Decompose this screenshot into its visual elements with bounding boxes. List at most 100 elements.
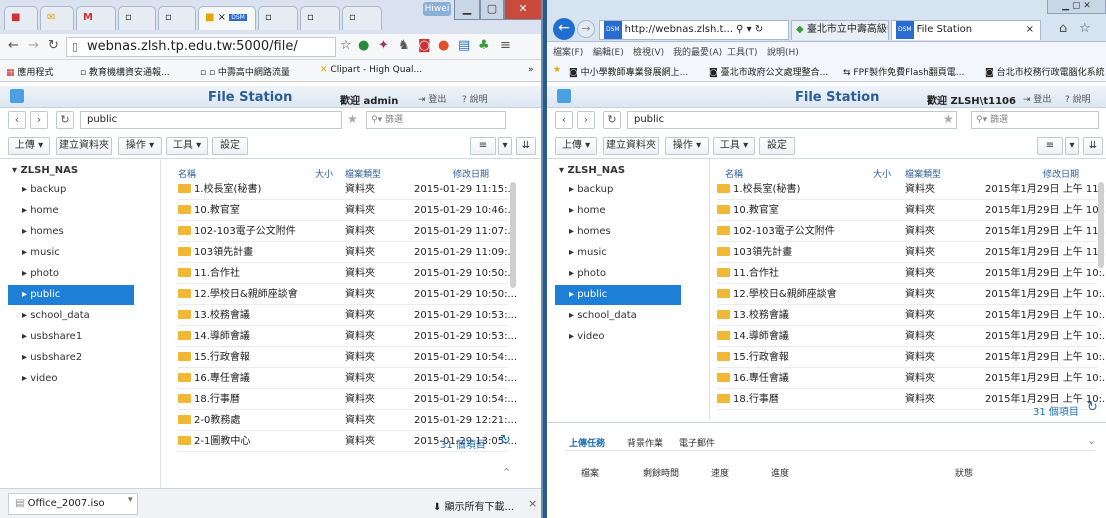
- table-row[interactable]: 13.校務會議 資料夾 2015-01-29 10:53:...: [178, 306, 517, 326]
- table-row[interactable]: 103領先計畫 資料夾 2015-01-29 11:09:...: [178, 243, 517, 263]
- tree-item-music[interactable]: ▸ music: [8, 243, 134, 263]
- table-row[interactable]: 10.教官室 資料夾 2015-01-29 10:46:...: [178, 201, 517, 221]
- extension-icon[interactable]: ♣: [478, 39, 490, 53]
- col-type-header[interactable]: 檔案類型: [345, 167, 381, 180]
- table-row[interactable]: 103領先計畫 資料夾 2015年1月29日 上午 11:...: [717, 243, 1106, 263]
- col-name-header[interactable]: 名稱: [725, 167, 743, 180]
- bookmark-item[interactable]: ▫ ▫ 中壽高中網路流量: [200, 65, 290, 78]
- tree-item-photo[interactable]: ▸ photo: [555, 264, 681, 284]
- chevron-down-icon[interactable]: ⌄: [1087, 434, 1096, 448]
- tab-upload-tasks[interactable]: 上傳任務: [569, 436, 605, 449]
- view-dropdown-icon[interactable]: ▾: [1065, 137, 1079, 155]
- menu-help[interactable]: 說明(H): [767, 45, 799, 58]
- browser-tab-gmail[interactable]: M: [76, 6, 116, 30]
- forward-arrow-icon[interactable]: →: [28, 39, 39, 53]
- favorites-star-icon[interactable]: ☆: [1079, 22, 1091, 36]
- reload-icon[interactable]: ↻: [48, 39, 59, 53]
- menu-edit[interactable]: 編輯(E): [593, 45, 624, 58]
- back-arrow-icon[interactable]: ←: [553, 18, 575, 40]
- table-row[interactable]: 10.教官室 資料夾 2015年1月29日 上午 10:...: [717, 201, 1106, 221]
- bookmark-item[interactable]: ▦ 應用程式: [6, 65, 53, 78]
- refresh-button[interactable]: ↻: [56, 111, 74, 129]
- refresh-icon[interactable]: ↻: [500, 434, 511, 448]
- tree-item-homes[interactable]: ▸ homes: [555, 222, 681, 242]
- pocket-icon[interactable]: ◙: [418, 39, 431, 53]
- bookmark-item[interactable]: ✕ Clipart - High Qual...: [320, 65, 422, 75]
- extension-icon[interactable]: ♞: [398, 39, 410, 53]
- tree-item-school-data[interactable]: ▸ school_data: [8, 306, 134, 326]
- filter-input[interactable]: ⚲▾ 篩選: [971, 111, 1099, 129]
- ie-tab-active[interactable]: DSM File Station ×: [891, 20, 1041, 40]
- address-bar[interactable]: DSM http://webnas.zlsh.t... ⚲ ▾ ↻: [599, 20, 789, 40]
- menu-favorites[interactable]: 我的最愛(A): [673, 45, 722, 58]
- browser-tab[interactable]: ▫: [258, 6, 298, 30]
- table-row[interactable]: 14.導師會議 資料夾 2015年1月29日 上午 10:...: [717, 327, 1106, 347]
- settings-button[interactable]: 設定: [759, 137, 795, 155]
- col-modified-header[interactable]: 修改日期: [453, 167, 489, 180]
- table-row[interactable]: 13.校務會議 資料夾 2015年1月29日 上午 10:...: [717, 306, 1106, 326]
- path-field[interactable]: public: [627, 111, 957, 129]
- col-modified-header[interactable]: 修改日期: [1043, 167, 1079, 180]
- close-icon[interactable]: ×: [528, 497, 537, 510]
- sort-icon[interactable]: ⇊: [1083, 137, 1103, 155]
- tree-item-music[interactable]: ▸ music: [555, 243, 681, 263]
- show-all-downloads-link[interactable]: ⬇ 顯示所有下載...: [433, 498, 514, 513]
- table-row[interactable]: 15.行政會報 資料夾 2015-01-29 10:54:...: [178, 348, 517, 368]
- table-row[interactable]: 14.導師會議 資料夾 2015-01-29 10:53:...: [178, 327, 517, 347]
- settings-button[interactable]: 設定: [212, 137, 248, 155]
- upload-button[interactable]: 上傳 ▾: [555, 137, 597, 155]
- filter-input[interactable]: ⚲▾ 篩選: [366, 111, 506, 129]
- tree-item-public[interactable]: ▸ public: [8, 285, 134, 305]
- list-view-icon[interactable]: ≡: [1037, 137, 1063, 155]
- minimize-button[interactable]: ▁: [454, 0, 480, 20]
- forward-arrow-icon[interactable]: →: [577, 20, 595, 38]
- favorites-icon[interactable]: ★: [553, 65, 561, 75]
- browser-tab[interactable]: ▫: [300, 6, 340, 30]
- col-size-header[interactable]: 大小: [315, 167, 333, 180]
- browser-tab[interactable]: ✉: [40, 6, 74, 30]
- maximize-button[interactable]: ▢: [480, 0, 504, 20]
- view-dropdown-icon[interactable]: ▾: [498, 137, 512, 155]
- browser-tab[interactable]: ■: [4, 6, 38, 30]
- download-item[interactable]: ▤ Office_2007.iso: [8, 493, 138, 515]
- table-row[interactable]: 15.行政會報 資料夾 2015年1月29日 上午 10:...: [717, 348, 1106, 368]
- col-size-header[interactable]: 大小: [873, 167, 891, 180]
- close-window-button[interactable]: ✕: [504, 0, 541, 20]
- tree-item-video[interactable]: ▸ video: [555, 327, 681, 347]
- tree-item-video[interactable]: ▸ video: [8, 369, 134, 389]
- back-button[interactable]: ‹: [555, 111, 573, 129]
- browser-tab[interactable]: ▫: [118, 6, 156, 30]
- table-row[interactable]: 1.校長室(秘書) 資料夾 2015年1月29日 上午 11:...: [717, 180, 1106, 200]
- tools-button[interactable]: 工具 ▾: [166, 137, 208, 155]
- table-row[interactable]: 102-103電子公文附件 資料夾 2015年1月29日 上午 11:...: [717, 222, 1106, 242]
- bookmark-item[interactable]: ▫ 教育機構資安通報...: [80, 65, 170, 78]
- tree-item-backup[interactable]: ▸ backup: [555, 180, 681, 200]
- tree-item-photo[interactable]: ▸ photo: [8, 264, 134, 284]
- browser-tab[interactable]: ▫: [342, 6, 382, 30]
- scrollbar[interactable]: [510, 182, 516, 288]
- ie-tab[interactable]: ◆ 臺北市立中壽高級中學: [791, 20, 889, 40]
- sort-icon[interactable]: ⇊: [516, 137, 536, 155]
- tab-background-tasks[interactable]: 背景作業: [627, 436, 663, 449]
- action-button[interactable]: 操作 ▾: [118, 137, 162, 155]
- col-type-header[interactable]: 檔案類型: [905, 167, 941, 180]
- table-row[interactable]: 16.專任會議 資料夾 2015年1月29日 上午 10:...: [717, 369, 1106, 389]
- tree-item-home[interactable]: ▸ home: [555, 201, 681, 221]
- help-link[interactable]: ? 說明: [462, 92, 488, 105]
- tree-item-usbshare2[interactable]: ▸ usbshare2: [8, 348, 134, 368]
- table-row[interactable]: 11.合作社 資料夾 2015年1月29日 上午 10:...: [717, 264, 1106, 284]
- favorite-item[interactable]: ◙ 臺北市政府公文處理整合...: [709, 65, 828, 78]
- action-button[interactable]: 操作 ▾: [665, 137, 709, 155]
- table-row[interactable]: 18.行事曆 資料夾 2015-01-29 10:54:...: [178, 390, 517, 410]
- refresh-button[interactable]: ↻: [603, 111, 621, 129]
- new-folder-button[interactable]: 建立資料夾: [56, 137, 112, 155]
- table-row[interactable]: 12.學校日&親師座談會 資料夾 2015年1月29日 上午 10:...: [717, 285, 1106, 305]
- tree-root[interactable]: ▾ ZLSH_NAS: [12, 165, 78, 176]
- menu-icon[interactable]: ≡: [500, 39, 511, 53]
- forward-button[interactable]: ›: [30, 111, 48, 129]
- tree-item-public[interactable]: ▸ public: [555, 285, 681, 305]
- help-link[interactable]: ? 說明: [1065, 92, 1091, 105]
- table-row[interactable]: 2-0教務處 資料夾 2015-01-29 12:21:...: [178, 411, 517, 431]
- back-button[interactable]: ‹: [8, 111, 26, 129]
- table-row[interactable]: 1.校長室(秘書) 資料夾 2015-01-29 11:15:...: [178, 180, 517, 200]
